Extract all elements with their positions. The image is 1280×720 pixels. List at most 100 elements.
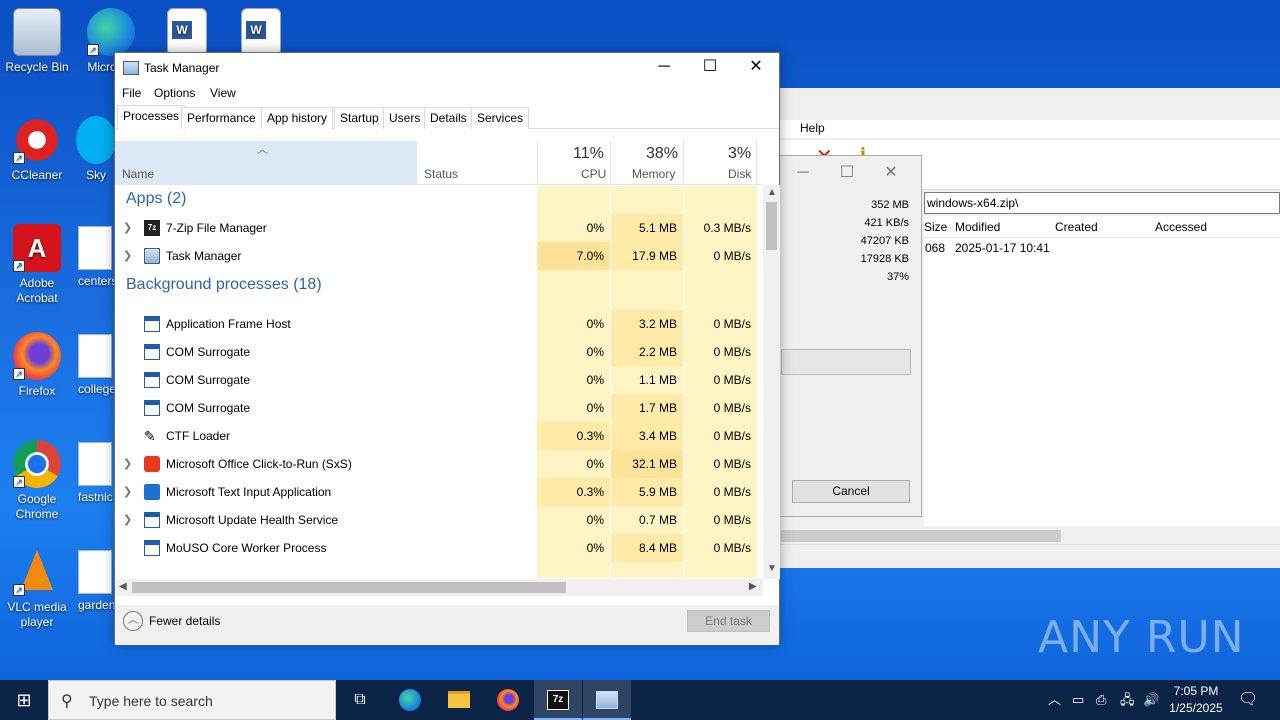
tray-network-icon[interactable]: 🖧: [1120, 680, 1135, 720]
extract-progress-dialog[interactable]: ─ ☐ ✕ 352 MB 421 KB/s 47207 KB 17928 KB 37…: [778, 155, 922, 517]
expand-chevron-icon[interactable]: ❯: [123, 214, 132, 242]
menu-options[interactable]: Options: [154, 86, 195, 100]
process-row-partial[interactable]: [115, 562, 763, 578]
group-header-apps[interactable]: Apps (2): [115, 186, 763, 214]
desktop-icon-garden[interactable]: garden: [78, 550, 118, 612]
7zip-file-list[interactable]: Size Modified Created Accessed 068 2025-…: [924, 216, 1280, 526]
column-size[interactable]: Size: [924, 220, 947, 234]
process-row[interactable]: ❯ 7z 7-Zip File Manager 0% 5.1 MB 0.3 MB…: [115, 214, 763, 242]
expand-chevron-icon[interactable]: ❯: [123, 478, 132, 506]
scroll-right-icon[interactable]: ▶: [749, 581, 757, 592]
minimize-icon[interactable]: ─: [781, 164, 825, 182]
taskbar-file-explorer[interactable]: [435, 680, 483, 720]
process-row[interactable]: Application Frame Host 0% 3.2 MB 0 MB/s: [115, 310, 763, 338]
column-name[interactable]: ︿ Name: [115, 141, 417, 185]
minimize-icon: ─: [658, 58, 670, 75]
column-created[interactable]: Created: [1055, 220, 1098, 234]
column-modified[interactable]: Modified: [955, 220, 1000, 234]
column-cpu-label[interactable]: CPU: [581, 167, 606, 181]
maximize-button[interactable]: ☐: [687, 53, 733, 83]
group-header-background[interactable]: Background processes (18): [115, 270, 763, 310]
process-row[interactable]: ❯ Task Manager 7.0% 17.9 MB 0 MB/s: [115, 242, 763, 270]
taskbar-task-manager[interactable]: [583, 680, 631, 720]
maximize-icon[interactable]: ☐: [825, 162, 869, 182]
menu-help[interactable]: Help: [800, 121, 825, 135]
scroll-left-icon[interactable]: ◀: [119, 581, 127, 592]
process-row[interactable]: COM Surrogate 0% 1.1 MB 0 MB/s: [115, 366, 763, 394]
desktop-icon-recycle-bin[interactable]: Recycle Bin: [0, 8, 74, 75]
cancel-button[interactable]: Cancel: [792, 480, 910, 503]
desktop-icon-fastnic[interactable]: fastnic: [78, 442, 118, 504]
scroll-down-icon[interactable]: ▼: [767, 563, 777, 574]
desktop-icon-adobe-acrobat[interactable]: A ↗ Adobe Acrobat: [0, 224, 74, 306]
desktop-icon-label: Sky: [85, 168, 106, 182]
tab-app-history[interactable]: App history: [261, 107, 334, 129]
desktop-icon-college[interactable]: college: [78, 334, 118, 396]
expand-chevron-icon[interactable]: ❯: [123, 242, 132, 270]
taskbar-firefox[interactable]: [484, 680, 532, 720]
desktop-icon-firefox[interactable]: ↗ Firefox: [0, 332, 74, 399]
list-item[interactable]: 068 2025-01-17 10:41: [924, 238, 1280, 258]
notification-icon[interactable]: 🗨: [1238, 680, 1258, 720]
tray-tablet-icon[interactable]: ▭: [1072, 680, 1084, 720]
tab-processes[interactable]: Processes: [117, 105, 186, 130]
taskbar-clock[interactable]: 7:05 PM 1/25/2025: [1162, 683, 1230, 717]
tab-startup[interactable]: Startup: [334, 107, 385, 129]
tab-users[interactable]: Users: [383, 107, 427, 129]
taskbar-search-box[interactable]: ⚲ Type here to search: [48, 680, 336, 720]
vlc-icon: ↗: [13, 548, 61, 596]
process-row[interactable]: MoUSO Core Worker Process 0% 8.4 MB 0 MB…: [115, 534, 763, 562]
process-row[interactable]: COM Surrogate 0% 1.7 MB 0 MB/s: [115, 394, 763, 422]
tab-services[interactable]: Services: [471, 107, 530, 129]
menu-file[interactable]: File: [122, 86, 141, 100]
desktop-icon-ccleaner[interactable]: ↗ CCleaner: [0, 116, 74, 183]
process-row[interactable]: ❯ Microsoft Update Health Service 0% 0.7…: [115, 506, 763, 534]
column-status-label[interactable]: Status: [424, 167, 458, 181]
task-manager-window[interactable]: Task Manager ─ ☐ ✕ File Options View Pro…: [114, 52, 780, 645]
7zip-horizontal-scrollbar[interactable]: [776, 528, 1280, 544]
scrollbar-thumb[interactable]: [766, 202, 777, 250]
window-app-icon: [144, 400, 160, 416]
chevron-up-icon[interactable]: ︿: [123, 611, 143, 631]
expand-chevron-icon[interactable]: ❯: [123, 506, 132, 534]
desktop-icon-skype[interactable]: Sky: [76, 116, 116, 183]
tab-details[interactable]: Details: [424, 107, 473, 129]
7zip-status-bar: [776, 544, 1280, 568]
process-row[interactable]: ✎ CTF Loader 0.3% 3.4 MB 0 MB/s: [115, 422, 763, 450]
process-row[interactable]: ❯ Microsoft Text Input Application 0.3% …: [115, 478, 763, 506]
horizontal-scrollbar[interactable]: ◀ ▶: [115, 579, 763, 596]
skype-icon: [76, 116, 116, 164]
scrollbar-thumb[interactable]: [781, 530, 1061, 542]
end-task-button[interactable]: End task: [687, 610, 770, 632]
close-icon[interactable]: ✕: [869, 162, 913, 182]
minimize-button[interactable]: ─: [641, 53, 687, 83]
7zip-address-bar[interactable]: windows-x64.zip\: [924, 192, 1280, 214]
desktop-icon-google-chrome[interactable]: ↗ Google Chrome: [0, 440, 74, 522]
taskbar-7zip[interactable]: 7z: [534, 680, 582, 720]
tray-overflow-chevron-icon[interactable]: ︿: [1048, 680, 1061, 720]
process-row[interactable]: COM Surrogate 0% 2.2 MB 0 MB/s: [115, 338, 763, 366]
expand-chevron-icon[interactable]: ❯: [123, 450, 132, 478]
vertical-scrollbar[interactable]: ▲ ▼: [763, 185, 780, 579]
desktop-icon-vlc[interactable]: ↗ VLC media player: [0, 548, 74, 630]
menu-view[interactable]: View: [210, 86, 236, 100]
7zip-icon: 7z: [144, 220, 160, 236]
process-list[interactable]: Apps (2) ❯ 7z 7-Zip File Manager 0% 5.1 …: [115, 186, 763, 578]
column-divider: [610, 141, 611, 185]
title-bar[interactable]: Task Manager ─ ☐ ✕: [115, 53, 779, 83]
process-row[interactable]: ❯ Microsoft Office Click-to-Run (SxS) 0%…: [115, 450, 763, 478]
column-disk-label[interactable]: Disk: [728, 167, 751, 181]
close-button[interactable]: ✕: [733, 53, 779, 83]
fewer-details-link[interactable]: Fewer details: [149, 614, 220, 628]
column-accessed[interactable]: Accessed: [1155, 220, 1207, 234]
tray-volume-icon[interactable]: 🔊: [1143, 680, 1159, 720]
scroll-up-icon[interactable]: ▲: [767, 187, 777, 198]
scrollbar-thumb[interactable]: [132, 582, 566, 593]
column-memory-label[interactable]: Memory: [632, 167, 675, 181]
tab-performance[interactable]: Performance: [181, 107, 262, 129]
tray-meet-icon[interactable]: ⎙: [1096, 680, 1106, 720]
task-view-button[interactable]: ⧉: [336, 680, 384, 720]
desktop-icon-centers[interactable]: centers: [78, 226, 118, 288]
taskbar-edge[interactable]: [386, 680, 434, 720]
start-button[interactable]: ⊞: [0, 680, 48, 720]
